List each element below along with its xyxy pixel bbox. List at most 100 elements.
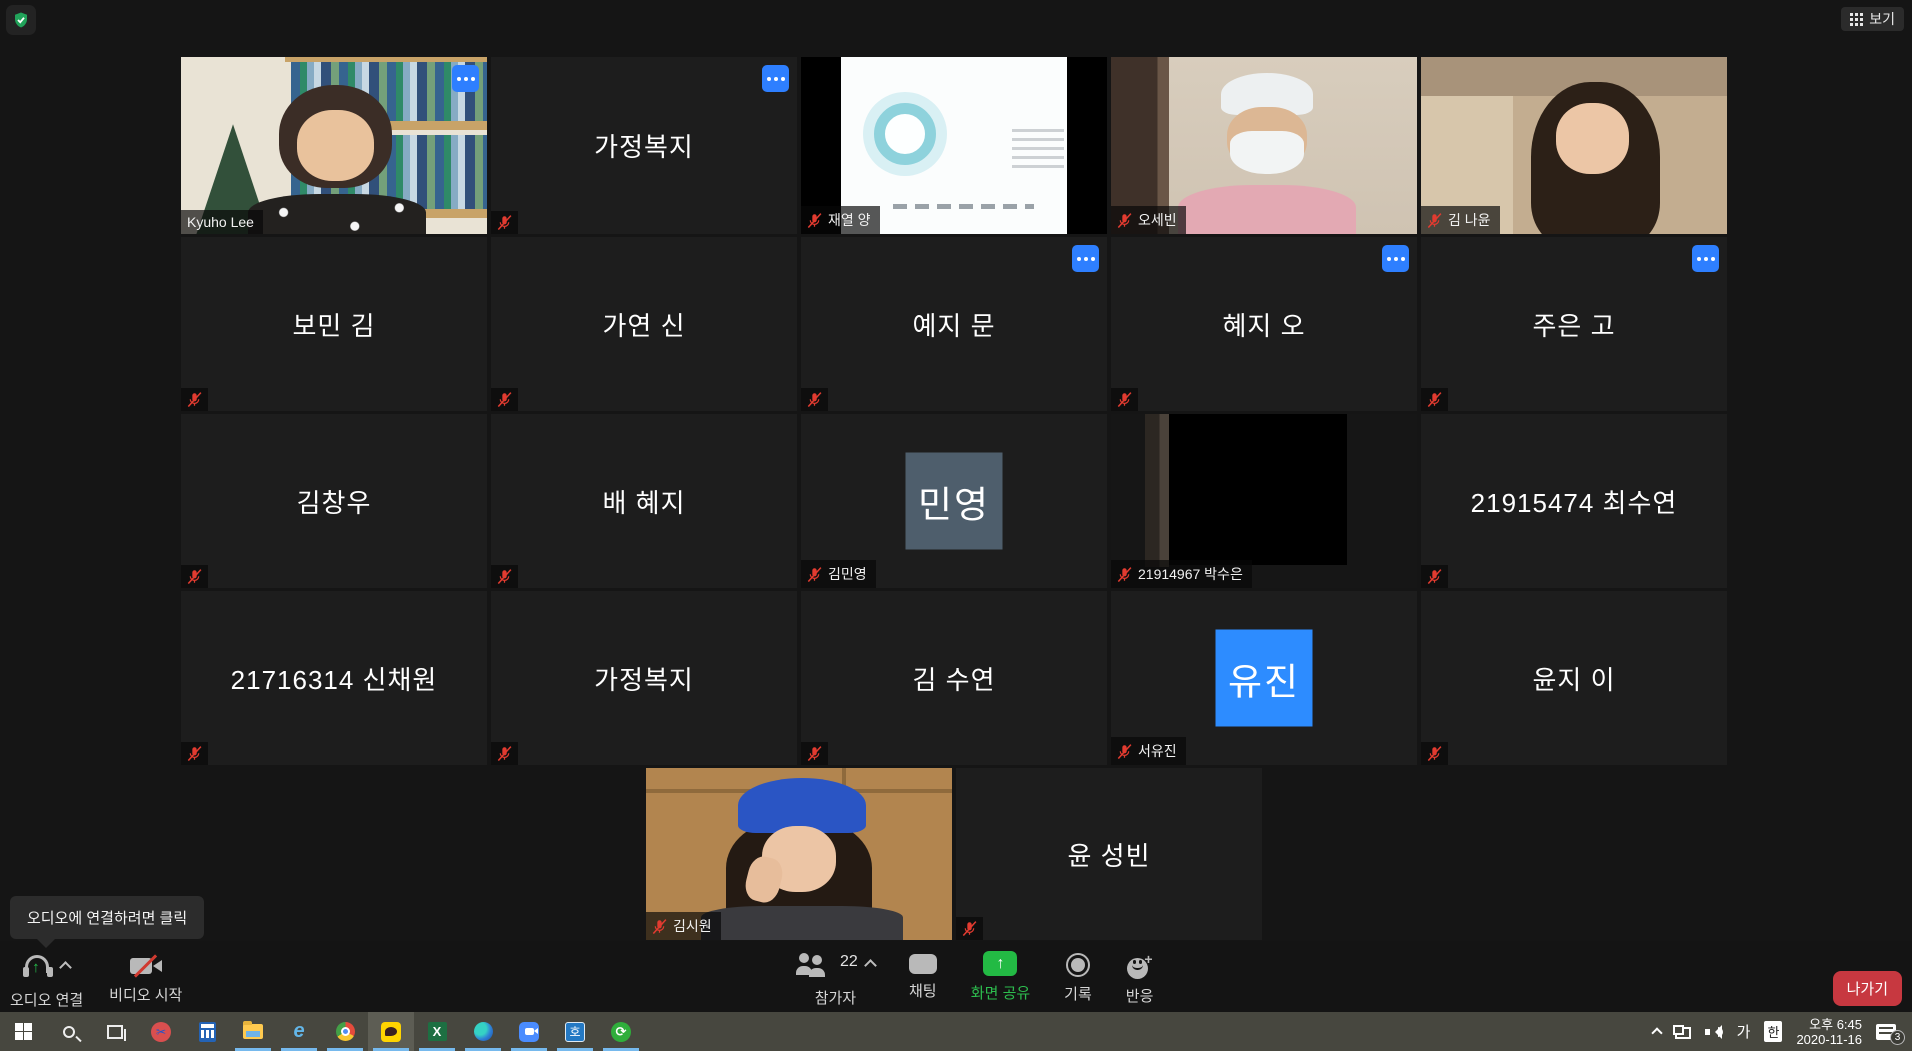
participant-name: 서유진 (1138, 741, 1177, 761)
ime-korean-indicator[interactable]: 한 (1764, 1021, 1782, 1042)
video-tile-sebin[interactable]: 오세빈 (1111, 57, 1417, 234)
windows-logo-icon (15, 1023, 32, 1040)
excel-button[interactable]: X (414, 1012, 460, 1051)
muted-mic-icon (187, 392, 202, 407)
excel-icon: X (428, 1022, 447, 1041)
meeting-toolbar: ↑ 오디오 연결 비디오 시작 22 (0, 941, 1912, 1012)
muted-badge (491, 211, 518, 234)
notification-badge: 3 (1890, 1030, 1905, 1045)
chat-button[interactable]: 채팅 (909, 951, 937, 1008)
muted-mic-icon (807, 746, 822, 761)
video-tile-kyuho-lee[interactable]: Kyuho Lee (181, 57, 487, 234)
muted-badge (1421, 388, 1448, 411)
snipping-tool-button[interactable]: ✂ (138, 1012, 184, 1051)
participant-name-chip: Kyuho Lee (181, 210, 263, 234)
audio-tooltip: 오디오에 연결하려면 클릭 (10, 896, 204, 939)
share-screen-button[interactable]: ↑ 화면 공유 (971, 951, 1030, 1008)
muted-badge (181, 388, 208, 411)
volume-icon[interactable] (1705, 1025, 1723, 1039)
chrome-button[interactable] (322, 1012, 368, 1051)
chrome-icon (336, 1022, 355, 1041)
video-tile[interactable]: 21716314 신채원 (181, 591, 487, 765)
taskbar-search-button[interactable] (46, 1012, 92, 1051)
participant-name-chip: 21914967 박수은 (1111, 560, 1252, 588)
video-tile[interactable]: 윤지 이 (1421, 591, 1727, 765)
video-tile[interactable]: 배 혜지 (491, 414, 797, 588)
muted-mic-icon (1427, 213, 1442, 228)
tray-date: 2020-11-16 (1796, 1032, 1862, 1047)
ime-mode-indicator[interactable]: 가 (1737, 1021, 1751, 1042)
participant-name-chip: 김 나윤 (1421, 206, 1500, 234)
record-button[interactable]: 기록 (1064, 951, 1092, 1008)
participant-name: 21716314 신채원 (181, 591, 487, 765)
muted-mic-icon (497, 746, 512, 761)
hangul-office-button[interactable]: 호 (552, 1012, 598, 1051)
muted-mic-icon (1427, 746, 1442, 761)
video-tile[interactable]: 김창우 (181, 414, 487, 588)
video-tile-yujin[interactable]: 유진 서유진 (1111, 591, 1417, 765)
video-tile[interactable]: 윤 성빈 (956, 768, 1262, 940)
audio-options-chevron-icon[interactable] (59, 961, 72, 974)
internet-explorer-icon: e (293, 1020, 304, 1043)
muted-mic-icon (807, 567, 822, 582)
leave-button[interactable]: 나가기 (1833, 971, 1902, 1006)
participant-name-chip: 김시원 (646, 912, 721, 940)
video-tile[interactable]: 21915474 최수연 (1421, 414, 1727, 588)
internet-explorer-button[interactable]: e (276, 1012, 322, 1051)
file-explorer-button[interactable] (230, 1012, 276, 1051)
participant-name-chip: 오세빈 (1111, 206, 1186, 234)
task-view-button[interactable] (92, 1012, 138, 1051)
participant-name: 21915474 최수연 (1421, 414, 1727, 588)
muted-mic-icon (652, 919, 667, 934)
video-tile[interactable]: 김 수연 (801, 591, 1107, 765)
reactions-button[interactable]: + 반응 (1126, 951, 1154, 1008)
video-tile[interactable]: 예지 문 (801, 237, 1107, 411)
zoom-app-button[interactable] (506, 1012, 552, 1051)
taskbar-clock[interactable]: 오후 6:45 2020-11-16 (1796, 1017, 1862, 1047)
video-tile-nayun[interactable]: 김 나윤 (1421, 57, 1727, 234)
video-tile[interactable]: 혜지 오 (1111, 237, 1417, 411)
edge-button[interactable] (460, 1012, 506, 1051)
sync-icon: ⟳ (611, 1022, 631, 1042)
tile-menu-button[interactable] (452, 65, 479, 92)
tile-menu-button[interactable] (1072, 245, 1099, 272)
participant-name: 재열 양 (828, 210, 871, 230)
start-video-button[interactable]: 비디오 시작 (109, 953, 182, 1010)
participants-button[interactable]: 22 참가자 (796, 951, 875, 1008)
avatar: 유진 (1216, 630, 1313, 727)
action-center-icon[interactable]: 3 (1876, 1024, 1896, 1040)
join-audio-button[interactable]: ↑ 오디오 연결 (10, 953, 83, 1010)
tile-menu-button[interactable] (1692, 245, 1719, 272)
muted-badge (1421, 742, 1448, 765)
security-shield-button[interactable] (6, 5, 36, 35)
kakaotalk-button[interactable] (368, 1012, 414, 1051)
participants-icon (796, 953, 830, 977)
muted-mic-icon (1117, 744, 1132, 759)
network-icon[interactable] (1675, 1027, 1691, 1039)
video-tile[interactable]: 주은 고 (1421, 237, 1727, 411)
video-tile-minyoung[interactable]: 민영 김민영 (801, 414, 1107, 588)
start-button[interactable] (0, 1012, 46, 1051)
video-tile-jaeyeol[interactable]: 재열 양 (801, 57, 1107, 234)
muted-badge (801, 742, 828, 765)
chat-icon (909, 954, 937, 974)
calculator-icon (199, 1022, 216, 1042)
sync-app-button[interactable]: ⟳ (598, 1012, 644, 1051)
video-tile-suwon[interactable]: 21914967 박수은 (1111, 414, 1417, 588)
video-tile[interactable]: 가정복지 (491, 591, 797, 765)
participant-name: 가정복지 (491, 591, 797, 765)
video-tile[interactable]: 보민 김 (181, 237, 487, 411)
video-tile-siwon[interactable]: 김시원 (646, 768, 952, 940)
tray-overflow-chevron-icon[interactable] (1651, 1027, 1662, 1038)
view-button[interactable]: 보기 (1841, 7, 1904, 31)
tile-menu-button[interactable] (1382, 245, 1409, 272)
video-tile[interactable]: 가연 신 (491, 237, 797, 411)
zoom-meeting-window: 보기 Kyuho Lee 가정복지 (0, 0, 1912, 1051)
muted-mic-icon (1427, 569, 1442, 584)
tile-menu-button[interactable] (762, 65, 789, 92)
participant-name: 21914967 박수은 (1138, 564, 1243, 584)
calculator-button[interactable] (184, 1012, 230, 1051)
video-tile[interactable]: 가정복지 (491, 57, 797, 234)
participants-chevron-icon[interactable] (864, 959, 877, 972)
muted-mic-icon (497, 569, 512, 584)
